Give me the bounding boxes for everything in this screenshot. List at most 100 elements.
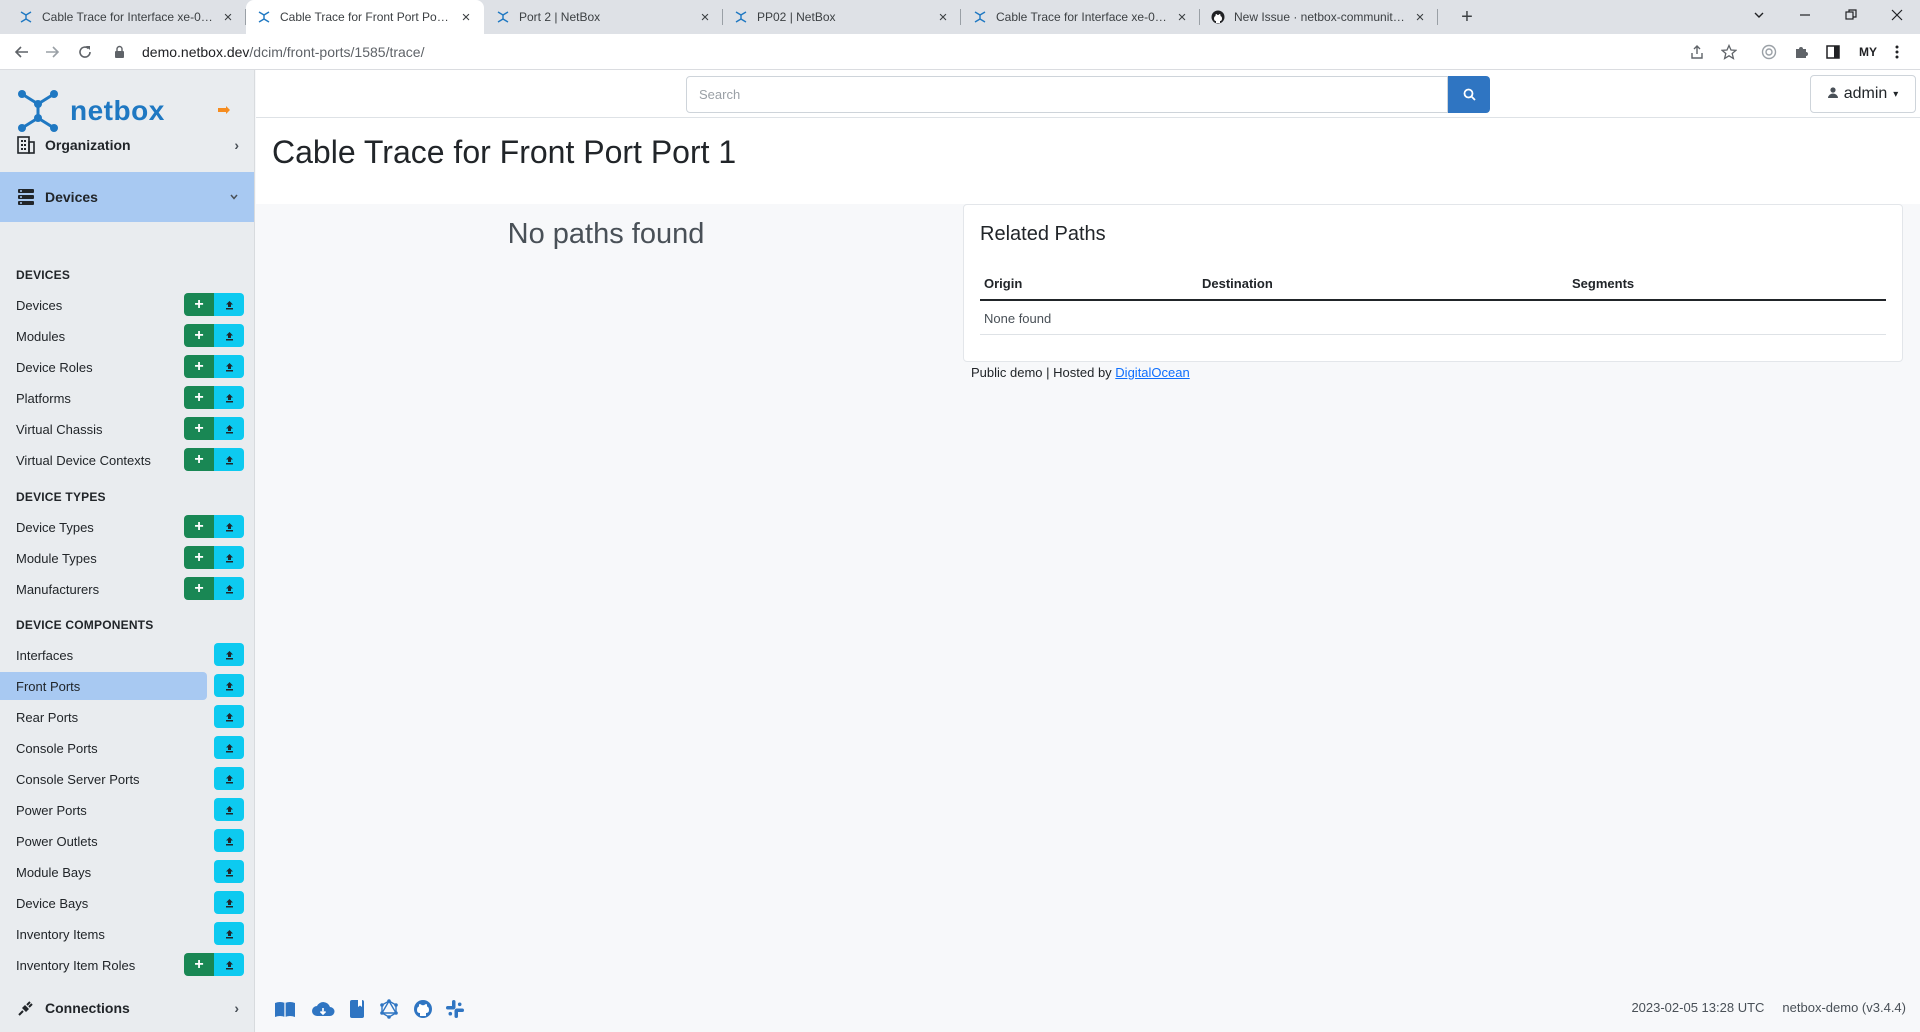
share-icon[interactable] (1686, 41, 1708, 63)
import-console-server-ports-button[interactable] (214, 767, 244, 790)
tab-close-icon[interactable]: × (935, 9, 951, 26)
address-bar[interactable]: demo.netbox.dev/dcim/front-ports/1585/tr… (142, 44, 424, 60)
import-device-roles-button[interactable] (214, 355, 244, 378)
slack-icon[interactable] (442, 996, 468, 1022)
sidebar-link-device-roles[interactable]: Device Roles (0, 353, 207, 381)
add-manufacturers-button[interactable]: + (184, 577, 214, 600)
sidebar-link-rear-ports[interactable]: Rear Ports (0, 703, 207, 731)
new-tab-button[interactable]: + (1455, 5, 1479, 29)
profile-button[interactable]: MY (1855, 41, 1881, 63)
docs-icon[interactable] (272, 996, 298, 1022)
sidebar-link-virtual-chassis[interactable]: Virtual Chassis (0, 415, 207, 443)
sidebar-link-device-types[interactable]: Device Types (0, 513, 207, 541)
browser-tab[interactable]: Cable Trace for Front Port Port 1 × (246, 0, 484, 34)
sidebar-link-power-ports[interactable]: Power Ports (0, 796, 207, 824)
sidebar-link-modules[interactable]: Modules (0, 322, 207, 350)
add-module-types-button[interactable]: + (184, 546, 214, 569)
sidebar-link-device-bays[interactable]: Device Bays (0, 889, 207, 917)
import-manufacturers-button[interactable] (214, 577, 244, 600)
extensions-puzzle-icon[interactable] (1790, 41, 1812, 63)
user-menu-button[interactable]: admin ▾ (1810, 75, 1916, 113)
graphql-icon[interactable] (376, 996, 402, 1022)
plus-icon: + (194, 955, 204, 973)
import-module-types-button[interactable] (214, 546, 244, 569)
back-icon[interactable] (10, 40, 34, 64)
import-inventory-item-roles-button[interactable] (214, 953, 244, 976)
restore-icon[interactable] (1828, 0, 1874, 30)
import-front-ports-button[interactable] (214, 674, 244, 697)
import-module-bays-button[interactable] (214, 860, 244, 883)
sidebar-pin-icon[interactable] (218, 101, 230, 117)
import-devices-button[interactable] (214, 293, 244, 316)
tab-close-icon[interactable]: × (697, 9, 713, 26)
sidebar-link-module-bays[interactable]: Module Bays (0, 858, 207, 886)
sidebar-link-console-ports[interactable]: Console Ports (0, 734, 207, 762)
add-device-roles-button[interactable]: + (184, 355, 214, 378)
search-input[interactable]: Search (686, 76, 1448, 113)
sidebar-link-power-outlets[interactable]: Power Outlets (0, 827, 207, 855)
add-device-types-button[interactable]: + (184, 515, 214, 538)
browser-tab[interactable]: New Issue · netbox-community/n × (1200, 0, 1438, 34)
server-icon (16, 187, 36, 207)
rest-api-icon[interactable] (310, 996, 336, 1022)
sidebar-link-inventory-items[interactable]: Inventory Items (0, 920, 207, 948)
import-virtual-device-contexts-button[interactable] (214, 448, 244, 471)
sidebar-link-virtual-device-contexts[interactable]: Virtual Device Contexts (0, 446, 207, 474)
browser-tab[interactable]: Cable Trace for Interface xe-0/0/0 × (8, 0, 246, 34)
minimize-icon[interactable] (1782, 0, 1828, 30)
browser-menu-icon[interactable] (1886, 41, 1908, 63)
sidebar-link-devices[interactable]: Devices (0, 291, 207, 319)
browser-tab[interactable]: PP02 | NetBox × (723, 0, 961, 34)
tab-close-icon[interactable]: × (458, 9, 474, 26)
import-device-bays-button[interactable] (214, 891, 244, 914)
extension-circle-icon[interactable] (1758, 41, 1780, 63)
import-platforms-button[interactable] (214, 386, 244, 409)
api-docs-icon[interactable] (344, 996, 370, 1022)
bookmark-star-icon[interactable] (1718, 41, 1740, 63)
browser-tab[interactable]: Cable Trace for Interface xe-0/0/0 × (962, 0, 1200, 34)
side-panel-icon[interactable] (1822, 41, 1844, 63)
sidebar-link-front-ports[interactable]: Front Ports (0, 672, 207, 700)
import-virtual-chassis-button[interactable] (214, 417, 244, 440)
browser-tab[interactable]: Port 2 | NetBox × (485, 0, 723, 34)
import-inventory-items-button[interactable] (214, 922, 244, 945)
menu-group-organization[interactable]: Organization › (0, 120, 254, 170)
add-inventory-item-roles-button[interactable]: + (184, 953, 214, 976)
tab-separator (1437, 9, 1438, 25)
sidebar-link-manufacturers[interactable]: Manufacturers (0, 575, 207, 603)
lock-icon[interactable] (114, 45, 125, 61)
import-modules-button[interactable] (214, 324, 244, 347)
sidebar-link-module-types[interactable]: Module Types (0, 544, 207, 572)
github-icon[interactable] (410, 996, 436, 1022)
tab-search-icon[interactable] (1736, 0, 1782, 30)
menu-group-devices[interactable]: Devices (0, 172, 254, 222)
import-power-outlets-button[interactable] (214, 829, 244, 852)
import-rear-ports-button[interactable] (214, 705, 244, 728)
import-device-types-button[interactable] (214, 515, 244, 538)
search-button[interactable] (1448, 76, 1490, 113)
digitalocean-link[interactable]: DigitalOcean (1115, 365, 1189, 380)
tab-close-icon[interactable]: × (1174, 9, 1190, 26)
menu-group-connections[interactable]: Connections › (0, 983, 254, 1032)
add-modules-button[interactable]: + (184, 324, 214, 347)
upload-icon (225, 452, 234, 468)
close-window-icon[interactable] (1874, 0, 1920, 30)
add-virtual-chassis-button[interactable]: + (184, 417, 214, 440)
sidebar-link-inventory-item-roles[interactable]: Inventory Item Roles (0, 951, 207, 979)
sidebar-link-console-server-ports[interactable]: Console Server Ports (0, 765, 207, 793)
column-header-segments: Segments (1572, 276, 1635, 291)
sidebar-link-interfaces[interactable]: Interfaces (0, 641, 207, 669)
column-header-destination: Destination (1202, 276, 1273, 291)
tab-close-icon[interactable]: × (220, 9, 236, 26)
add-platforms-button[interactable]: + (184, 386, 214, 409)
add-devices-button[interactable]: + (184, 293, 214, 316)
import-power-ports-button[interactable] (214, 798, 244, 821)
import-console-ports-button[interactable] (214, 736, 244, 759)
tab-close-icon[interactable]: × (1412, 9, 1428, 26)
sidebar-link-platforms[interactable]: Platforms (0, 384, 207, 412)
sidebar-item-inventory-items: Inventory Items (0, 920, 250, 948)
forward-icon[interactable] (40, 40, 64, 64)
add-virtual-device-contexts-button[interactable]: + (184, 448, 214, 471)
reload-icon[interactable] (73, 40, 97, 64)
import-interfaces-button[interactable] (214, 643, 244, 666)
